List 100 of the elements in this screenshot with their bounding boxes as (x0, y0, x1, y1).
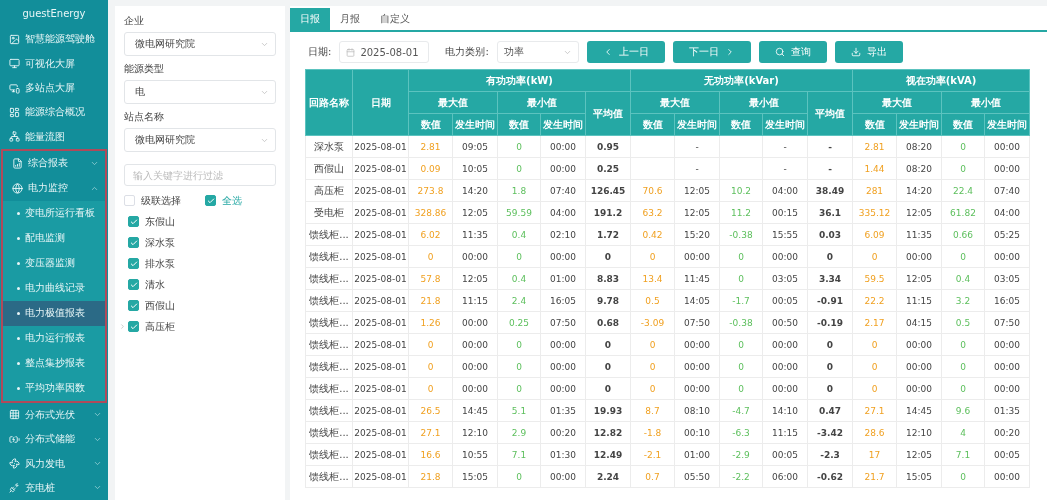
nav-subitem[interactable]: 变压器监测 (3, 250, 105, 276)
table-cell: 0 (719, 333, 763, 356)
table-cell: 00:00 (674, 377, 720, 400)
table-cell: 0.42 (630, 223, 675, 246)
checkbox[interactable] (128, 321, 139, 332)
table-cell: 馈线柜... (305, 311, 353, 334)
checkbox[interactable] (128, 216, 139, 227)
table-cell: 馈线柜... (305, 245, 353, 268)
table-cell: 7.1 (497, 443, 541, 466)
download-icon (850, 47, 861, 57)
table-cell: 0 (408, 355, 453, 378)
nav-item[interactable]: 能源综合概况 (0, 100, 108, 125)
table-cell: 0 (497, 245, 541, 268)
table-cell: -2.3 (807, 443, 853, 466)
table-cell: 0 (497, 377, 541, 400)
table-cell: 01:30 (540, 443, 586, 466)
date-field[interactable]: 2025-08-01 (339, 41, 430, 63)
next-day-button[interactable]: 下一日 (672, 41, 751, 63)
table-cell: 00:20 (984, 421, 1030, 444)
table-cell: 59.59 (497, 201, 541, 224)
table-cell: - (674, 157, 720, 180)
export-button[interactable]: 导出 (834, 41, 903, 63)
select-field[interactable]: 微电网研究院 (124, 32, 276, 56)
table-cell: 00:00 (540, 245, 586, 268)
nav-item[interactable]: 能量流图 (0, 124, 108, 149)
table-cell: 38.49 (807, 179, 853, 202)
checkbox[interactable] (205, 195, 216, 206)
tab[interactable]: 月报 (330, 8, 370, 30)
select-field[interactable]: 微电网研究院 (124, 128, 276, 152)
group-header: 无功功率(kVar) (630, 69, 853, 92)
table-cell: 0 (630, 245, 675, 268)
table-cell: 15:20 (674, 223, 720, 246)
nav-subitem[interactable]: 整点集抄报表 (3, 350, 105, 376)
table-cell: 00:00 (540, 355, 586, 378)
nav-subitem[interactable]: 电力极值报表 (3, 300, 105, 326)
table-cell: 02:10 (540, 223, 586, 246)
table-cell: 2025-08-01 (352, 421, 409, 444)
table-cell: 高压柜 (305, 179, 353, 202)
previous-day-button[interactable]: 上一日 (586, 41, 665, 63)
table-cell: 21.8 (408, 465, 453, 488)
nav-subitem[interactable]: 变电所运行看板 (3, 200, 105, 226)
column-header: 平均值 (807, 91, 853, 136)
nav-item[interactable]: 智慧能源驾驶舱 (0, 27, 108, 52)
nav-item[interactable]: 风力发电 (0, 451, 108, 476)
nav-item[interactable]: 综合报表 (3, 150, 105, 176)
app-title: guestEnergy (21, 7, 87, 22)
checkbox[interactable] (128, 258, 139, 269)
table-cell: 00:00 (984, 157, 1030, 180)
nav-item[interactable]: 可视化大屏 (0, 51, 108, 76)
table-cell: 08:20 (896, 135, 942, 158)
select-field[interactable]: 电 (124, 80, 276, 104)
table-cell: 36.1 (807, 201, 853, 224)
table-cell: 0.5 (941, 311, 985, 334)
table-cell: 1.44 (852, 157, 897, 180)
table-cell: 1.72 (585, 223, 631, 246)
table-cell: -4.7 (719, 399, 763, 422)
table-cell: 00:50 (762, 311, 808, 334)
table-cell: 0 (941, 333, 985, 356)
nav-item[interactable]: 电力监控 (3, 175, 105, 201)
category-select[interactable]: 功率 (496, 41, 579, 63)
table-cell: 21.8 (408, 289, 453, 312)
nav-item[interactable]: 分布式光伏 (0, 402, 108, 428)
table-cell: 01:35 (984, 399, 1030, 422)
table-cell: 00:00 (674, 245, 720, 268)
table-cell: 2025-08-01 (352, 399, 409, 422)
nav-subitem[interactable]: 电力曲线记录 (3, 275, 105, 301)
table-cell: -0.38 (719, 223, 763, 246)
checkbox[interactable] (128, 237, 139, 248)
table-cell: 00:00 (674, 333, 720, 356)
table-cell: 00:05 (762, 289, 808, 312)
table-cell: 19.93 (585, 399, 631, 422)
nav-item[interactable]: 充电桩 (0, 475, 108, 500)
checkbox[interactable] (128, 300, 139, 311)
table-cell: 深水泵 (305, 135, 353, 158)
caret-icon[interactable] (119, 323, 126, 330)
tab[interactable]: 日报 (290, 8, 330, 30)
nav-item[interactable]: 分布式储能 (0, 427, 108, 452)
table-cell: 0 (941, 245, 985, 268)
table-cell: 11:35 (896, 223, 942, 246)
table-cell: 9.6 (941, 399, 985, 422)
table-cell: - (762, 135, 808, 158)
network-icon (9, 131, 20, 143)
query-button[interactable]: 查询 (758, 41, 827, 63)
nav-item[interactable]: 多站点大屏 (0, 75, 108, 101)
table-cell: 05:50 (674, 465, 720, 488)
table-cell: 126.45 (585, 179, 631, 202)
nav-subitem[interactable]: 配电监测 (3, 225, 105, 251)
nav-subitem[interactable]: 电力运行报表 (3, 325, 105, 351)
table-cell: 05:25 (984, 223, 1030, 246)
table-cell: 00:20 (540, 421, 586, 444)
nav-subitem[interactable]: 平均功率因数 (3, 375, 105, 401)
table-cell: 0 (807, 355, 853, 378)
table-cell: - (807, 157, 853, 180)
table-cell: 14:45 (452, 399, 498, 422)
table-cell: 0 (941, 377, 985, 400)
table-cell: 0 (497, 135, 541, 158)
tab[interactable]: 自定义 (370, 8, 420, 30)
checkbox[interactable] (128, 279, 139, 290)
table-cell: 12:10 (452, 421, 498, 444)
table-cell: 0 (719, 245, 763, 268)
